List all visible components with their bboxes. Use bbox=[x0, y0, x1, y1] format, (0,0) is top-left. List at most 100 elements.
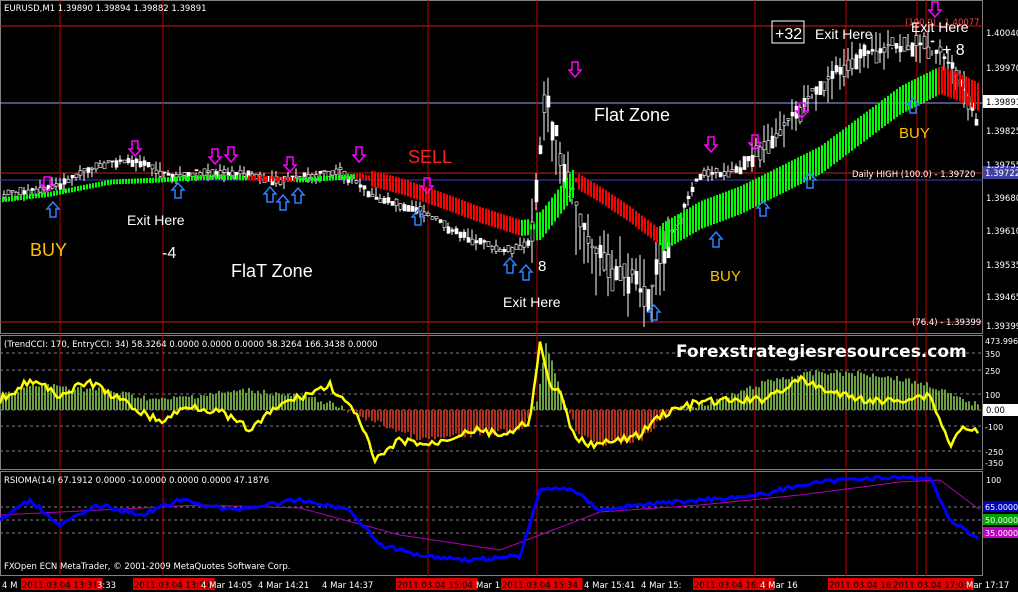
ribbon-bar bbox=[68, 187, 70, 193]
cci-bar bbox=[341, 405, 343, 410]
ribbon-bar bbox=[686, 209, 688, 238]
ribbon-bar bbox=[575, 177, 577, 183]
ribbon-bar bbox=[179, 176, 181, 182]
ribbon-bar bbox=[551, 197, 553, 226]
ribbon-bar bbox=[512, 217, 514, 234]
cci-bar bbox=[536, 401, 538, 410]
candle-body bbox=[774, 132, 779, 139]
ribbon-bar bbox=[944, 67, 946, 96]
candle-body bbox=[618, 266, 623, 281]
ribbon-bar bbox=[902, 85, 904, 113]
ribbon-bar bbox=[821, 145, 823, 174]
ribbon-bar bbox=[671, 217, 673, 246]
candle-body bbox=[454, 228, 459, 235]
ribbon-bar bbox=[974, 81, 976, 109]
ribbon-bar bbox=[359, 173, 361, 179]
ribbon-bar bbox=[692, 205, 694, 234]
candle-body bbox=[382, 197, 387, 204]
candle-body bbox=[506, 245, 511, 252]
cci-bar bbox=[854, 376, 856, 410]
cci-bar bbox=[965, 402, 967, 410]
cci-bar bbox=[482, 410, 484, 433]
cci-bar bbox=[11, 394, 13, 410]
symbol-header: EURUSD,M1 1.39890 1.39894 1.39882 1.3989… bbox=[4, 4, 207, 14]
cci-bar bbox=[86, 388, 88, 410]
cci-bar bbox=[356, 410, 358, 413]
candle-body bbox=[490, 246, 495, 250]
candle-body bbox=[78, 170, 83, 176]
ribbon-bar bbox=[887, 95, 889, 124]
candle-body bbox=[634, 270, 639, 285]
candle-body bbox=[718, 172, 723, 178]
ribbon-bar bbox=[644, 217, 646, 234]
cci-bar bbox=[62, 386, 64, 410]
ribbon-bar bbox=[392, 176, 394, 192]
cci-bar bbox=[425, 410, 427, 438]
ribbon-bar bbox=[56, 190, 58, 196]
ribbon-bar bbox=[743, 184, 745, 213]
candle-body bbox=[610, 268, 615, 292]
ribbon-bar bbox=[524, 219, 526, 236]
candle-body bbox=[762, 141, 767, 150]
ribbon-bar bbox=[323, 175, 325, 181]
candle-body bbox=[630, 269, 635, 275]
candle-body bbox=[362, 185, 367, 190]
ribbon-bar bbox=[674, 215, 676, 244]
cci-bar bbox=[422, 410, 424, 438]
ribbon-bar bbox=[26, 194, 28, 200]
ribbon-bar bbox=[701, 200, 703, 229]
ribbon-bar bbox=[188, 175, 190, 181]
ribbon-bar bbox=[164, 177, 166, 183]
ribbon-bar bbox=[8, 196, 10, 202]
candle-body bbox=[770, 135, 775, 149]
metatrader-chart[interactable]: 1.39891 1.39722 0.00 1.40040 1.39970 1.3… bbox=[0, 0, 1018, 592]
candle-body bbox=[102, 162, 107, 169]
ribbon-bar bbox=[707, 198, 709, 227]
ribbon-bar bbox=[962, 75, 964, 103]
ribbon-bar bbox=[230, 175, 232, 180]
cci-bar bbox=[860, 372, 862, 410]
candle-body bbox=[534, 179, 539, 203]
candle-body bbox=[158, 170, 163, 177]
ribbon-bar bbox=[98, 181, 100, 187]
ribbon-bar bbox=[617, 198, 619, 215]
ribbon-bar bbox=[662, 222, 664, 251]
exit-annotation: Exit Here bbox=[503, 294, 561, 310]
ribbon-bar bbox=[800, 156, 802, 184]
cci-bar bbox=[416, 410, 418, 441]
ribbon-bar bbox=[752, 180, 754, 208]
cci-bar bbox=[449, 410, 451, 437]
candle-body bbox=[906, 45, 911, 50]
ribbon-bar bbox=[734, 188, 736, 217]
candle-body bbox=[790, 112, 795, 117]
candle-body bbox=[706, 169, 711, 177]
cci-bar bbox=[83, 391, 85, 410]
ribbon-bar bbox=[311, 176, 313, 182]
ribbon-bar bbox=[236, 175, 238, 181]
ribbon-bar bbox=[851, 122, 853, 151]
candle-body bbox=[142, 160, 147, 166]
ribbon-bar bbox=[167, 177, 169, 183]
candle-body bbox=[498, 249, 503, 252]
time-tick: 4 Mar 14:05 bbox=[201, 581, 252, 591]
ribbon-bar bbox=[272, 176, 274, 182]
candle-body bbox=[878, 48, 883, 54]
ribbon-bar bbox=[719, 193, 721, 222]
ribbon-bar bbox=[884, 98, 886, 126]
cci-bar bbox=[497, 410, 499, 432]
ribbon-bar bbox=[317, 176, 319, 182]
copyright-text: FXOpen ECN MetaTrader, © 2001-2009 MetaQ… bbox=[4, 562, 290, 572]
cci-bar bbox=[311, 397, 313, 410]
ribbon-bar bbox=[899, 86, 901, 115]
ribbon-bar bbox=[746, 183, 748, 211]
ribbon-bar bbox=[101, 181, 103, 187]
cci-bar bbox=[386, 410, 388, 429]
cci-bar bbox=[446, 410, 448, 437]
candle-body bbox=[94, 162, 99, 170]
cci-bar bbox=[941, 389, 943, 410]
candle-body bbox=[862, 44, 867, 57]
candle-body bbox=[886, 44, 891, 47]
cci-bar bbox=[308, 397, 310, 410]
cci-bar bbox=[74, 389, 76, 410]
candle-body bbox=[330, 170, 335, 176]
